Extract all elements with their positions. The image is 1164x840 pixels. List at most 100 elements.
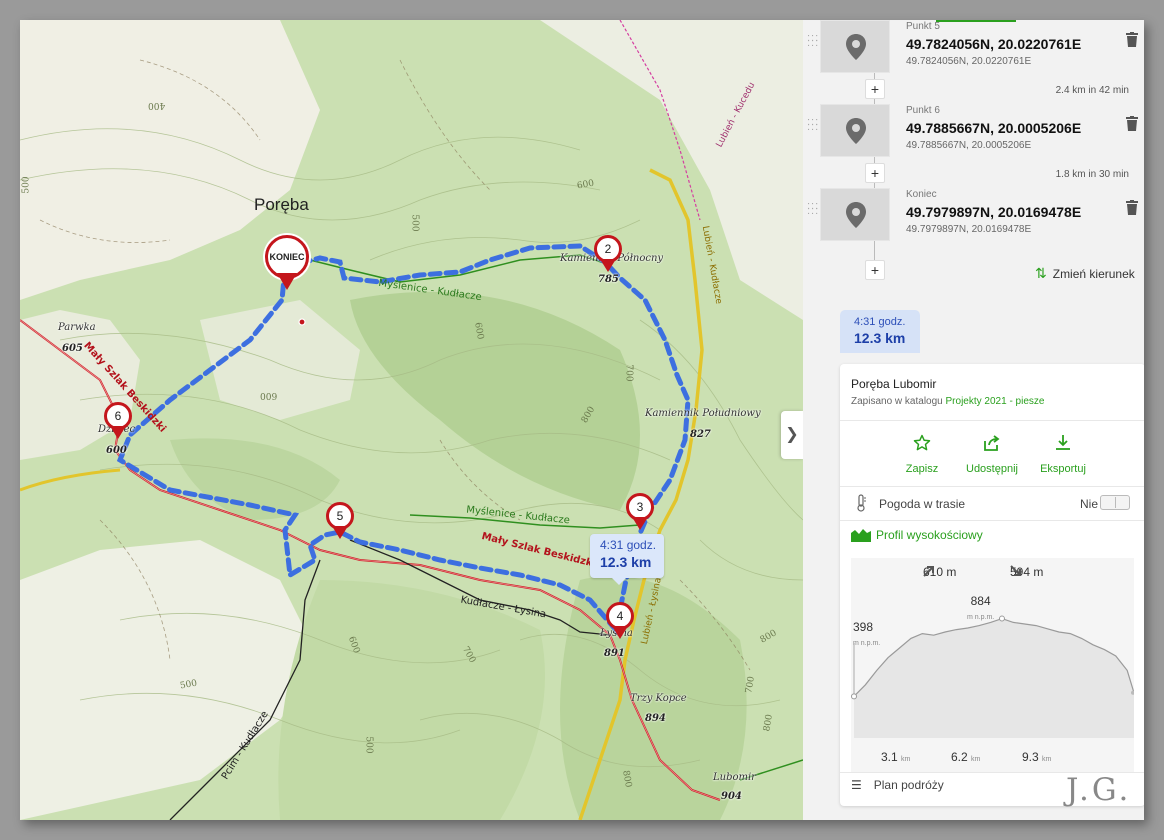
peak-elevation: 904 [721, 791, 742, 802]
thermometer-icon [857, 494, 866, 512]
add-waypoint-button[interactable]: + [865, 79, 885, 99]
contour-label: 500 [409, 214, 420, 232]
contour-label: 500 [21, 176, 32, 194]
summary-time: 4:31 godz. [854, 316, 906, 328]
start-marker-point [851, 693, 857, 700]
waypoint-label: Koniec [906, 189, 937, 200]
peak-elevation: 891 [604, 648, 625, 659]
segment-info: 2.4 km in 42 min [1055, 85, 1129, 96]
waypoint-row[interactable]: :::::: Koniec 49.7979897N, 20.0169478E 4… [803, 188, 1144, 248]
elevation-profile-chart[interactable]: 610 m 594 m 398 m n.p.m. 884 m n.p.m. 3.1 … [851, 558, 1134, 772]
divider [840, 486, 1144, 487]
trash-icon[interactable] [1126, 32, 1138, 52]
export-button[interactable]: Eksportuj [1023, 434, 1103, 475]
waypoint-label: Punkt 5 [906, 21, 940, 32]
waypoint-marker-3[interactable]: 3 [626, 493, 654, 533]
ascent-stat: 610 m [923, 565, 957, 579]
save-button[interactable]: Zapisz [882, 434, 962, 475]
collapse-panel-button[interactable]: ❯ [781, 411, 803, 459]
signature: J.G. [1066, 772, 1132, 808]
x-tick: 3.1 km [881, 750, 911, 764]
peak-name: Trzy Kopce [630, 693, 687, 704]
waypoint-coords: 49.7885667N, 20.0005206E [906, 120, 1082, 136]
summary-distance: 12.3 km [854, 330, 906, 346]
waypoint-coords: 49.7979897N, 20.0169478E [906, 204, 1082, 220]
location-pin-icon [846, 34, 866, 60]
max-elevation: 884 m n.p.m. [967, 594, 995, 621]
waypoint-marker-2[interactable]: 2 [594, 235, 622, 275]
map-view[interactable]: Poręba Kamiennik Północny 785 Kamiennik … [20, 20, 803, 820]
waypoint-marker-5[interactable]: 5 [326, 502, 354, 542]
waypoint-coords-sub: 49.7824056N, 20.0220761E [906, 56, 1032, 67]
contour-label: 500 [363, 736, 374, 754]
route-panel: :::::: Punkt 5 49.7824056N, 20.0220761E … [803, 20, 1144, 820]
drag-handle-icon[interactable]: :::::: [807, 201, 818, 220]
peak-elevation: 600 [106, 445, 127, 456]
arrow-up-right-icon [923, 566, 934, 577]
waypoint-label: Punkt 6 [906, 105, 940, 116]
waypoint-thumbnail [820, 104, 890, 157]
route-card: Poręba Lubomir Zapisano w katalogu Proje… [840, 364, 1144, 806]
list-icon: ☰ [851, 778, 862, 792]
add-waypoint-button[interactable]: + [865, 163, 885, 183]
segment-info: 1.8 km in 30 min [1055, 169, 1129, 180]
share-icon [984, 435, 1000, 451]
elevation-profile-toggle[interactable]: Profil wysokościowy [851, 528, 983, 542]
route-distance: 12.3 km [600, 554, 652, 570]
waypoint-coords-sub: 49.7979897N, 20.0169478E [906, 224, 1032, 235]
contour-label: 700 [623, 364, 634, 382]
waypoint-marker-6[interactable]: 6 [104, 402, 132, 442]
trash-icon[interactable] [1126, 200, 1138, 220]
trash-icon[interactable] [1126, 116, 1138, 136]
location-pin-icon [846, 202, 866, 228]
contour-label: 600 [260, 390, 278, 400]
drag-handle-icon[interactable]: :::::: [807, 117, 818, 136]
divider [840, 520, 1144, 521]
star-icon [913, 434, 931, 451]
peak-name: Parwka [58, 322, 96, 333]
peak-name: Lubomir [713, 772, 756, 783]
peak-elevation: 785 [598, 274, 619, 285]
add-waypoint-button[interactable]: + [865, 260, 885, 280]
route-end-marker[interactable]: KONIEC [265, 235, 309, 291]
start-elevation: 398 m n.p.m. [853, 620, 881, 647]
waypoint-row[interactable]: :::::: Punkt 5 49.7824056N, 20.0220761E … [803, 20, 1144, 80]
profile-area [854, 618, 1134, 738]
peak-name: Kamiennik Południowy [645, 408, 761, 419]
peak-elevation: 605 [62, 343, 83, 354]
descent-stat: 594 m [1010, 565, 1044, 579]
contour-label: 400 [148, 100, 166, 110]
waypoint-marker-4[interactable]: 4 [606, 602, 634, 642]
download-icon [1056, 435, 1070, 450]
x-tick: 9.3 km [1022, 750, 1052, 764]
place-label: Poręba [254, 195, 309, 214]
weather-toggle-value: Nie [1080, 497, 1099, 511]
waypoint-row[interactable]: :::::: Punkt 6 49.7885667N, 20.0005206E … [803, 104, 1144, 164]
share-button[interactable]: Udostępnij [952, 434, 1032, 475]
weather-toggle[interactable] [1100, 495, 1130, 510]
app-window: Poręba Kamiennik Północny 785 Kamiennik … [20, 20, 1144, 820]
weather-row: Pogoda w trasie Nie [851, 492, 1131, 512]
saved-catalog-info: Zapisano w katalogu Projekty 2021 - pies… [851, 396, 1045, 407]
route-summary-tag: 4:31 godz. 12.3 km [840, 310, 920, 353]
swap-icon: ⇅ [1035, 265, 1047, 281]
waypoint-coords-sub: 49.7885667N, 20.0005206E [906, 140, 1032, 151]
mountain-icon [851, 529, 871, 542]
elevation-profile-svg [851, 615, 1134, 738]
arrow-down-right-icon [1010, 565, 1021, 576]
waypoint-coords: 49.7824056N, 20.0220761E [906, 36, 1082, 52]
peak-elevation: 827 [690, 429, 711, 440]
route-name: Poręba Lubomir [851, 377, 937, 391]
route-tooltip: 4:31 godz. 12.3 km [590, 534, 664, 585]
peak-elevation: 894 [645, 713, 666, 724]
weather-label: Pogoda w trasie [879, 497, 966, 511]
divider [840, 420, 1144, 421]
drag-handle-icon[interactable]: :::::: [807, 33, 818, 52]
x-tick: 6.2 km [951, 750, 981, 764]
travel-plan-button[interactable]: ☰ Plan podróży [851, 778, 944, 792]
max-marker-point [998, 615, 1005, 622]
catalog-link[interactable]: Projekty 2021 - piesze [946, 396, 1045, 407]
location-pin-icon [846, 118, 866, 144]
reverse-route-button[interactable]: ⇅ Zmień kierunek [1035, 265, 1135, 282]
waypoint-thumbnail [820, 188, 890, 241]
